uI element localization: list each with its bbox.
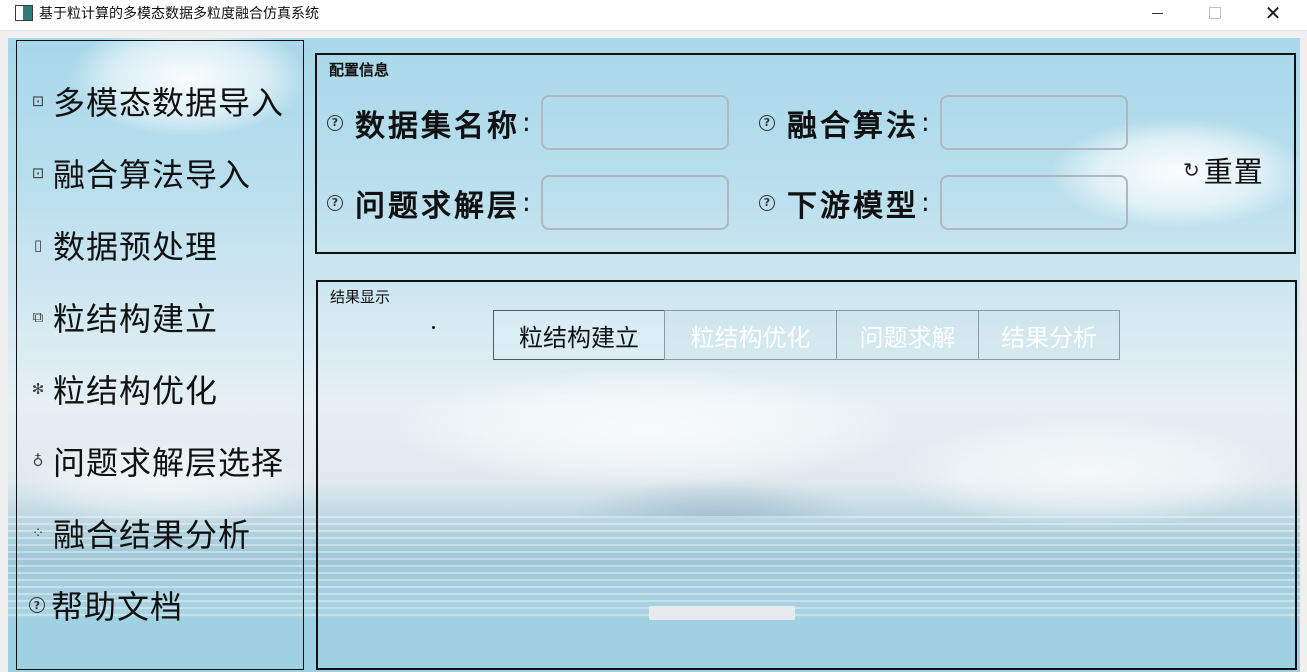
build-icon: ⧉ — [32, 308, 44, 326]
app-icon — [15, 5, 33, 21]
sidebar-item-label: 数据预处理 — [53, 228, 219, 266]
help-icon[interactable]: ? — [327, 114, 343, 131]
downstream-model-row: ? 下游模型 : — [759, 175, 1128, 230]
bulb-icon: ♁ — [32, 452, 44, 470]
import-icon: ⊡ — [31, 92, 45, 110]
sidebar-item-label: 融合结果分析 — [53, 516, 252, 554]
tab-problem-solving[interactable]: 问题求解 — [836, 310, 979, 360]
refresh-icon: ↻ — [1183, 158, 1200, 182]
result-panel-title: 结果显示 — [330, 288, 391, 306]
solving-layer-row: ? 问题求解层 : — [327, 175, 729, 230]
dataset-name-row: ? 数据集名称 : — [327, 95, 729, 150]
sidebar-item-preprocess[interactable]: ▯ 数据预处理 — [29, 223, 218, 267]
tab-granular-optimize[interactable]: 粒结构优化 — [664, 310, 837, 360]
maximize-button[interactable] — [1186, 0, 1244, 26]
minimize-button[interactable] — [1128, 0, 1186, 26]
result-panel: 结果显示 粒结构建立 粒结构优化 问题求解 结果分析 — [316, 280, 1297, 670]
dataset-name-input[interactable] — [540, 95, 729, 150]
config-panel: 配置信息 ? 数据集名称 : ? 融合算法 : ? 问题求解层 : ? 下游模型… — [315, 53, 1296, 254]
sidebar: ⊡ 多模态数据导入 ⊡ 融合算法导入 ▯ 数据预处理 ⧉ 粒结构建立 ✻ 粒结构… — [16, 40, 304, 670]
tab-result-analysis[interactable]: 结果分析 — [978, 310, 1120, 360]
colon: : — [522, 187, 531, 218]
sidebar-item-help[interactable]: ? 帮助文档 — [29, 583, 183, 627]
close-icon: ✕ — [1264, 1, 1282, 25]
help-icon[interactable]: ? — [327, 194, 343, 211]
fusion-algorithm-input[interactable] — [939, 95, 1128, 150]
help-icon[interactable]: ? — [759, 194, 775, 211]
colon: : — [522, 107, 531, 138]
sidebar-item-algorithm-import[interactable]: ⊡ 融合算法导入 — [29, 151, 251, 195]
sidebar-item-label: 问题求解层选择 — [53, 444, 285, 482]
downstream-model-input[interactable] — [939, 175, 1128, 230]
solving-layer-label: 问题求解层 — [355, 188, 520, 224]
dot-marker — [432, 326, 435, 329]
dataset-name-label: 数据集名称 — [355, 108, 520, 144]
tab-granular-build[interactable]: 粒结构建立 — [493, 310, 665, 360]
sidebar-item-multimodal-import[interactable]: ⊡ 多模态数据导入 — [29, 79, 284, 123]
downstream-model-label: 下游模型 — [787, 188, 919, 224]
sidebar-item-label: 多模态数据导入 — [53, 84, 285, 122]
colon: : — [921, 107, 930, 138]
solving-layer-input[interactable] — [540, 175, 729, 230]
result-tabs: 粒结构建立 粒结构优化 问题求解 结果分析 — [493, 310, 1120, 360]
fusion-algorithm-label: 融合算法 — [787, 108, 919, 144]
sidebar-item-granular-build[interactable]: ⧉ 粒结构建立 — [29, 295, 218, 339]
minimize-icon — [1151, 12, 1163, 14]
loading-icon: ⁘ — [31, 524, 45, 542]
reset-label: 重置 — [1203, 155, 1264, 189]
sidebar-item-layer-select[interactable]: ♁ 问题求解层选择 — [29, 439, 284, 483]
maximize-icon — [1209, 7, 1221, 19]
import-icon: ⊡ — [31, 164, 45, 182]
help-icon: ? — [29, 597, 45, 613]
config-panel-title: 配置信息 — [329, 61, 390, 79]
help-icon[interactable]: ? — [759, 114, 775, 131]
colon: : — [921, 187, 930, 218]
gear-icon: ✻ — [31, 380, 45, 398]
sidebar-item-label: 粒结构建立 — [53, 300, 219, 338]
close-button[interactable]: ✕ — [1244, 0, 1302, 26]
window-title: 基于粒计算的多模态数据多粒度融合仿真系统 — [39, 6, 319, 22]
file-settings-icon: ▯ — [33, 236, 43, 254]
reset-button[interactable]: ↻ 重置 — [1183, 149, 1264, 191]
sidebar-item-granular-optimize[interactable]: ✻ 粒结构优化 — [29, 367, 218, 411]
sidebar-item-label: 粒结构优化 — [53, 372, 219, 410]
sidebar-item-fusion-analysis[interactable]: ⁘ 融合结果分析 — [29, 511, 251, 555]
title-bar: 基于粒计算的多模态数据多粒度融合仿真系统 ✕ — [0, 0, 1307, 31]
sidebar-item-label: 融合算法导入 — [53, 156, 252, 194]
fusion-algorithm-row: ? 融合算法 : — [759, 95, 1128, 150]
sidebar-item-label: 帮助文档 — [51, 588, 184, 626]
